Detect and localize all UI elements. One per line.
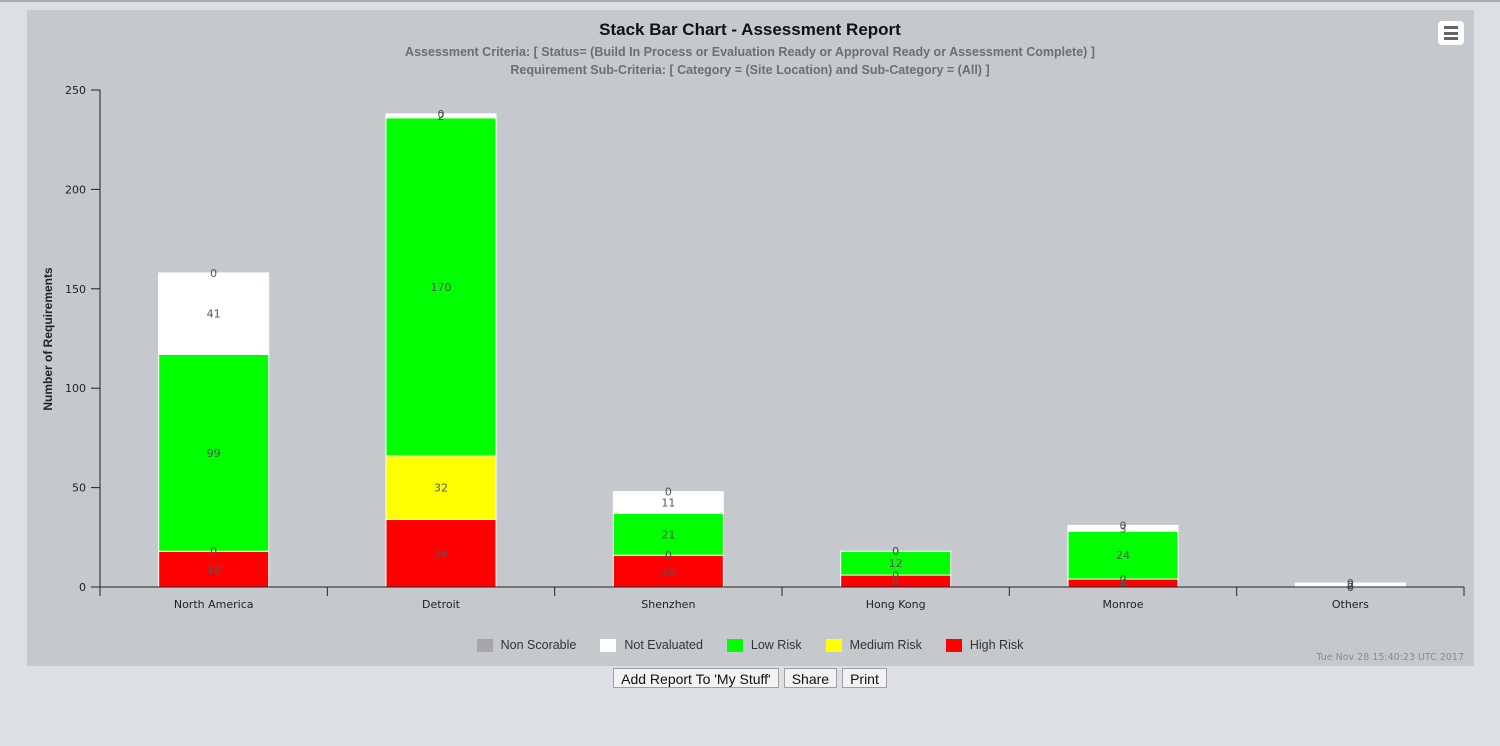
y-tick-label-50: 50 bbox=[72, 482, 86, 495]
data-label-hong-kong-medium-risk: 0 bbox=[892, 569, 899, 582]
legend-swatch-not-evaluated bbox=[600, 638, 617, 652]
data-label-detroit-non-scorable: 0 bbox=[438, 108, 445, 121]
y-tick-label-200: 200 bbox=[65, 183, 86, 196]
legend-item-low-risk[interactable]: Low Risk bbox=[726, 638, 802, 652]
legend-item-non-scorable[interactable]: Non Scorable bbox=[476, 638, 577, 652]
x-tick-label-monroe: Monroe bbox=[1103, 598, 1144, 611]
legend-label-high-risk: High Risk bbox=[969, 638, 1024, 652]
axes-group: North America Detroit Shenzhen Hong Kong Mon… bbox=[65, 84, 1465, 611]
y-tick-label-100: 100 bbox=[65, 382, 86, 395]
data-labels-group: 1809941034321702016021110601200402430000… bbox=[207, 108, 1354, 594]
legend-label-medium-risk: Medium Risk bbox=[849, 638, 922, 652]
data-label-shenzhen-low-risk: 21 bbox=[661, 528, 675, 541]
report-actions: Add Report To 'My Stuff' Share Print bbox=[0, 668, 1500, 688]
data-label-detroit-medium-risk: 32 bbox=[434, 482, 448, 495]
legend-swatch-non-scorable bbox=[476, 638, 493, 652]
legend-label-not-evaluated: Not Evaluated bbox=[624, 638, 703, 652]
data-label-others-non-scorable: 0 bbox=[1347, 577, 1354, 590]
share-button[interactable]: Share bbox=[783, 668, 838, 688]
chart-legend: Non Scorable Not Evaluated Low Risk Medium … bbox=[0, 638, 1500, 652]
data-label-north-america-low-risk: 99 bbox=[207, 447, 221, 460]
y-tick-label-0: 0 bbox=[79, 581, 86, 594]
data-label-north-america-high-risk: 18 bbox=[207, 563, 221, 576]
x-tick-label-north-america: North America bbox=[174, 598, 254, 611]
data-label-monroe-non-scorable: 0 bbox=[1120, 519, 1127, 532]
legend-label-non-scorable: Non Scorable bbox=[500, 638, 577, 652]
data-label-detroit-high-risk: 34 bbox=[434, 547, 448, 560]
x-tick-label-hong-kong: Hong Kong bbox=[866, 598, 926, 611]
legend-item-high-risk[interactable]: High Risk bbox=[945, 638, 1024, 652]
data-label-hong-kong-low-risk: 12 bbox=[889, 557, 903, 570]
data-label-north-america-non-scorable: 0 bbox=[210, 267, 217, 280]
data-label-shenzhen-non-scorable: 0 bbox=[665, 486, 672, 499]
legend-label-low-risk: Low Risk bbox=[750, 638, 802, 652]
legend-swatch-medium-risk bbox=[825, 638, 842, 652]
y-axis-label: Number of Requirements bbox=[41, 267, 55, 411]
legend-swatch-high-risk bbox=[945, 638, 962, 652]
data-label-shenzhen-medium-risk: 0 bbox=[665, 549, 672, 562]
legend-item-not-evaluated[interactable]: Not Evaluated bbox=[600, 638, 703, 652]
print-button[interactable]: Print bbox=[842, 668, 887, 688]
data-label-hong-kong-non-scorable: 0 bbox=[892, 545, 899, 558]
legend-swatch-low-risk bbox=[726, 638, 743, 652]
data-label-monroe-low-risk: 24 bbox=[1116, 549, 1130, 562]
add-report-to-my-stuff-button[interactable]: Add Report To 'My Stuff' bbox=[613, 668, 779, 688]
y-tick-label-250: 250 bbox=[65, 84, 86, 97]
chart-timestamp: Tue Nov 28 15:40:23 UTC 2017 bbox=[1316, 652, 1464, 663]
bars-group bbox=[158, 113, 1406, 588]
stacked-bar-chart: 1809941034321702016021110601200402430000… bbox=[41, 84, 1465, 611]
legend-item-medium-risk[interactable]: Medium Risk bbox=[825, 638, 922, 652]
y-tick-label-150: 150 bbox=[65, 283, 86, 296]
x-tick-label-shenzhen: Shenzhen bbox=[641, 598, 695, 611]
data-label-detroit-low-risk: 170 bbox=[431, 281, 452, 294]
data-label-shenzhen-high-risk: 16 bbox=[661, 565, 675, 578]
x-tick-label-detroit: Detroit bbox=[422, 598, 461, 611]
data-label-monroe-medium-risk: 0 bbox=[1120, 573, 1127, 586]
data-label-north-america-not-evaluated: 41 bbox=[207, 308, 221, 321]
x-tick-label-others: Others bbox=[1332, 598, 1369, 611]
data-label-north-america-medium-risk: 0 bbox=[210, 545, 217, 558]
